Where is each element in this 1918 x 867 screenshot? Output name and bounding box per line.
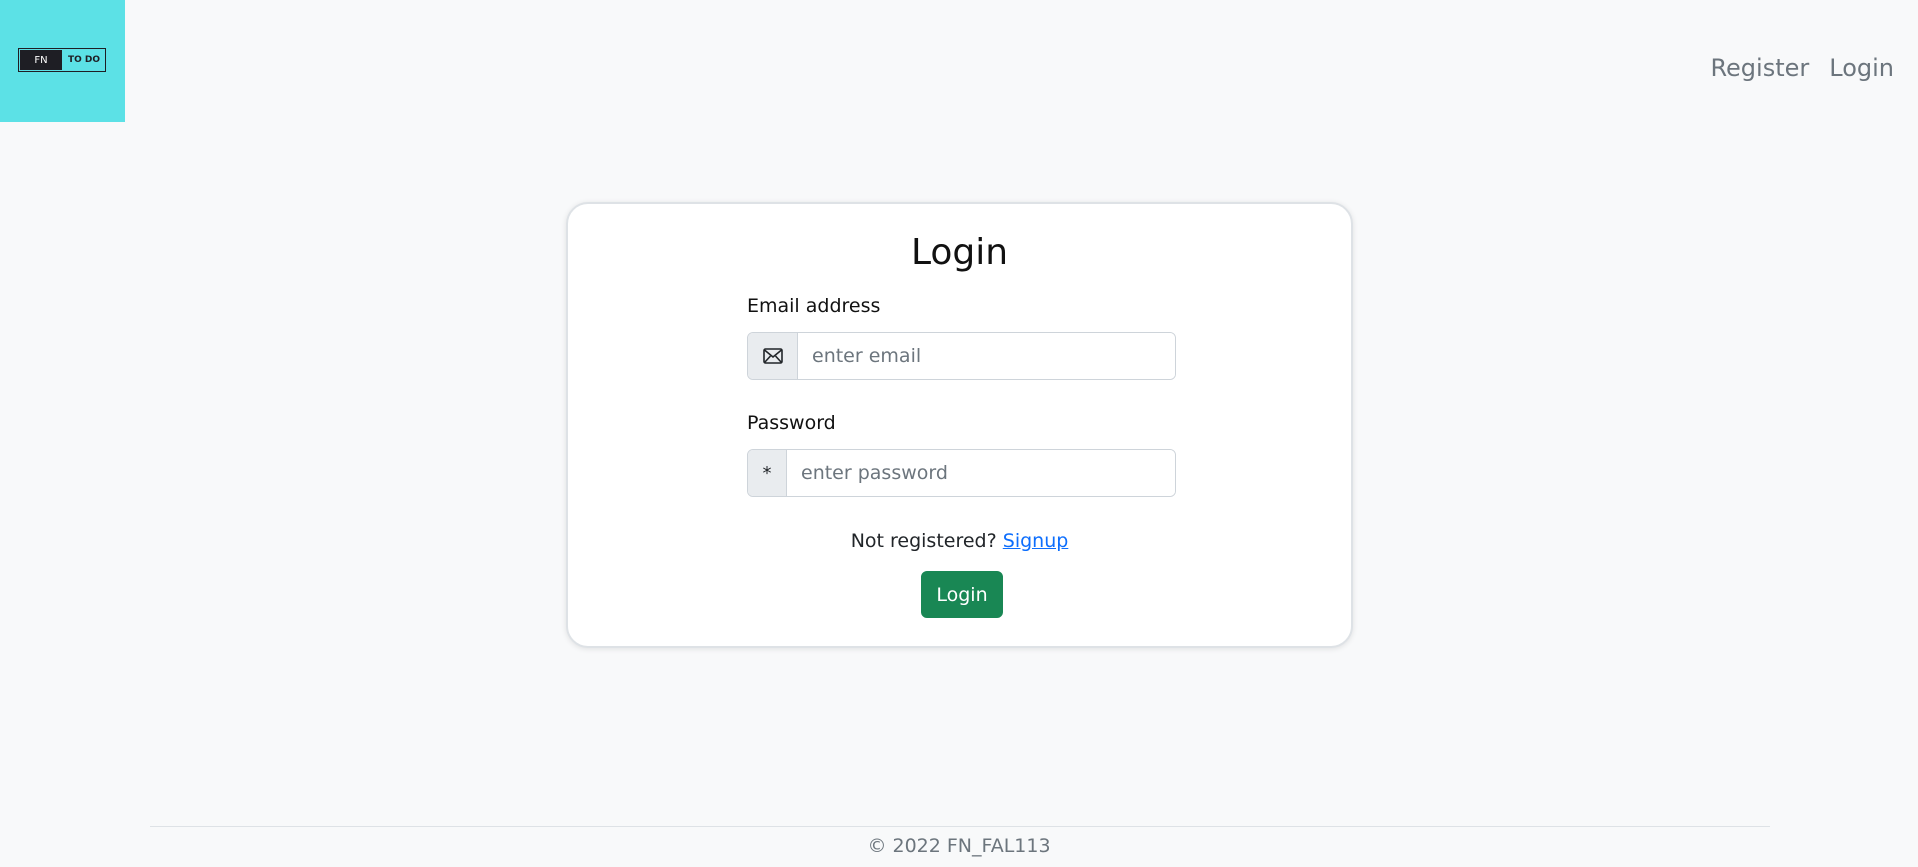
page-title: Login [910,232,1009,273]
email-input[interactable] [798,333,1175,379]
nav-login-link[interactable]: Login [1829,52,1894,84]
email-input-group [747,332,1176,380]
email-label: Email address [747,295,881,317]
footer-divider [150,826,1770,827]
password-input-group: * [747,449,1176,497]
brand-logo[interactable]: FN TO DO [0,0,125,122]
logo-badge: FN TO DO [18,48,106,72]
logo-right-text: TO DO [67,55,101,65]
asterisk-icon: * [748,450,787,496]
footer-copyright: © 2022 FN_FAL113 [867,835,1051,857]
envelope-icon [748,333,798,379]
signup-link[interactable]: Signup [1003,530,1069,552]
logo-left-text: FN [19,49,63,71]
nav-links: Register Login [1710,52,1894,84]
signup-prompt-text: Not registered? [850,530,997,552]
login-page: FN TO DO Register Login Login Email addr… [0,0,1918,867]
navbar: FN TO DO Register Login [0,0,1918,122]
login-button[interactable]: Login [921,571,1003,618]
password-input[interactable] [787,450,1175,496]
password-label: Password [747,412,836,434]
login-card: Login Email address Password * [566,202,1353,648]
nav-register-link[interactable]: Register [1710,52,1809,84]
signup-prompt: Not registered? Signup [568,530,1351,552]
